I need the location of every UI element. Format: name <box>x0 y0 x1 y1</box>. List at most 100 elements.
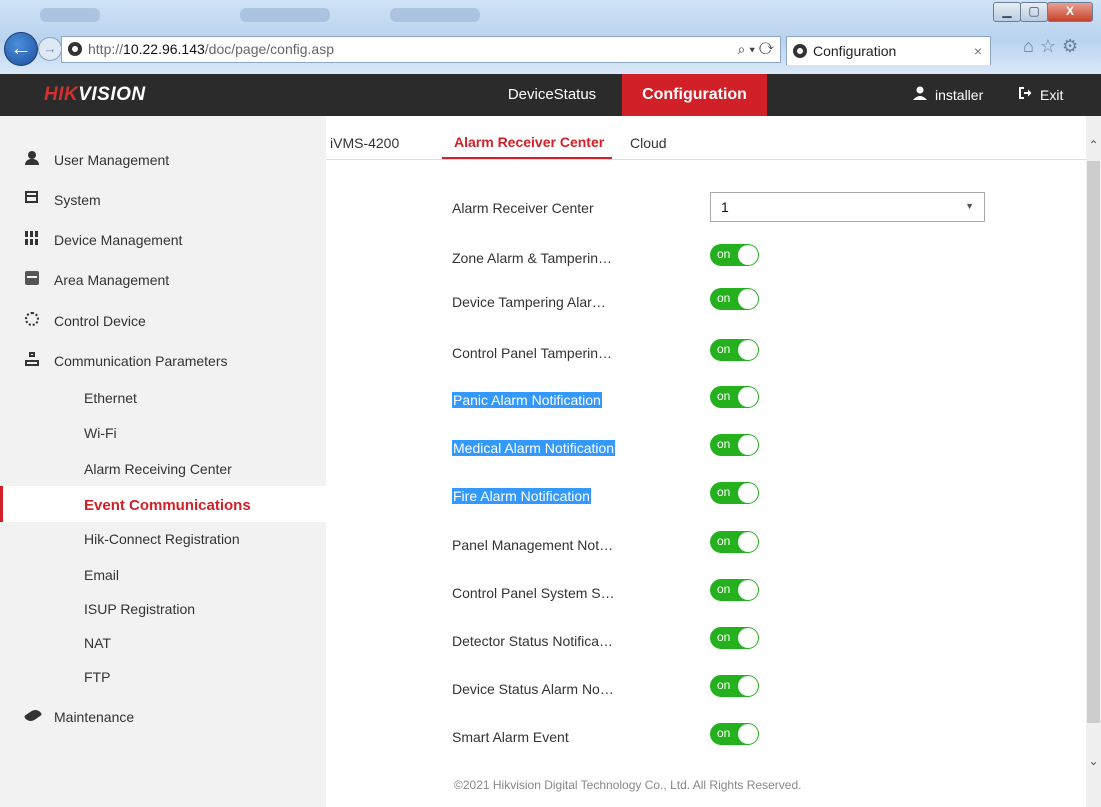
sidebar-item-isup-registration[interactable]: ISUP Registration <box>0 590 326 626</box>
chevron-up-icon[interactable]: ⌃ <box>1086 138 1101 153</box>
field-label: Zone Alarm & Tamperin… <box>452 250 613 266</box>
maximize-button[interactable]: ▢ <box>1020 2 1048 22</box>
exit-button[interactable]: Exit <box>1018 86 1063 103</box>
toggle-switch[interactable]: on <box>710 675 759 697</box>
sidebar-item-label: Email <box>84 567 120 583</box>
sidebar-item-email[interactable]: Email <box>0 556 326 592</box>
wrench-icon <box>23 707 43 724</box>
tab-bar: iVMS-4200 Alarm Receiver Center Cloud <box>326 116 1086 160</box>
toggle-switch[interactable]: on <box>710 531 759 553</box>
nav-configuration[interactable]: Configuration <box>622 74 767 116</box>
sidebar-item-label: Wi-Fi <box>84 425 117 441</box>
field-label: Fire Alarm Notification <box>452 488 591 504</box>
tab-cloud[interactable]: Cloud <box>630 135 667 151</box>
sidebar-item-maintenance[interactable]: Maintenance <box>0 698 326 734</box>
sidebar-item-label: Device Management <box>54 232 183 248</box>
back-button[interactable]: ← <box>4 32 38 66</box>
toggle-switch[interactable]: on <box>710 386 759 408</box>
title-blur <box>240 8 330 22</box>
address-bar[interactable]: http://10.22.96.143/doc/page/config.asp … <box>61 36 781 63</box>
form-row-panic-alarm: Panic Alarm Notification on <box>326 382 1086 418</box>
exit-icon <box>1018 86 1032 103</box>
sidebar-item-label: ISUP Registration <box>84 601 196 617</box>
sidebar-item-ftp[interactable]: FTP <box>0 658 326 694</box>
field-label: Panel Management Not… <box>452 537 614 553</box>
sidebar-item-event-communications[interactable]: Event Communications <box>0 486 329 522</box>
title-blur <box>40 8 100 22</box>
home-star-gear-icons[interactable]: ⌂☆⚙ <box>1023 36 1084 57</box>
sidebar-item-label: Communication Parameters <box>54 353 228 369</box>
area-icon <box>25 271 39 285</box>
sidebar-item-nat[interactable]: NAT <box>0 624 326 660</box>
sidebar-item-ethernet[interactable]: Ethernet <box>0 379 326 415</box>
sidebar-item-label: Control Device <box>54 313 146 329</box>
sidebar-item-communication-parameters[interactable]: Communication Parameters <box>0 342 326 378</box>
user-icon <box>913 86 927 103</box>
browser-tab[interactable]: Configuration × <box>786 36 991 65</box>
scrollbar-thumb[interactable] <box>1087 161 1100 723</box>
toggle-switch[interactable]: on <box>710 482 759 504</box>
toggle-switch[interactable]: on <box>710 579 759 601</box>
field-label: Detector Status Notifica… <box>452 633 614 649</box>
alarm-receiver-center-select[interactable]: 1 ▼ <box>710 192 985 222</box>
field-label: Device Tampering Alar… <box>452 294 606 310</box>
sidebar-item-label: Area Management <box>54 272 170 288</box>
form-row-control-panel-system: Control Panel System S… on <box>326 575 1086 611</box>
window-title-bar: ▁ ▢ X <box>0 0 1101 30</box>
sidebar-item-device-management[interactable]: Device Management <box>0 221 326 257</box>
sidebar-item-wifi[interactable]: Wi-Fi <box>0 414 326 450</box>
form-row-control-panel-tampering: Control Panel Tamperin… on <box>326 335 1086 371</box>
chevron-down-icon: ▼ <box>965 201 974 211</box>
sidebar-item-alarm-receiving-center[interactable]: Alarm Receiving Center <box>0 450 326 486</box>
scrollbar[interactable]: ⌃ ⌄ <box>1086 116 1101 807</box>
nav-device-status[interactable]: DeviceStatus <box>488 74 616 116</box>
site-icon <box>68 42 82 56</box>
forward-button[interactable]: → <box>38 37 62 61</box>
field-label: Device Status Alarm No… <box>452 681 614 697</box>
field-label: Panic Alarm Notification <box>452 392 602 408</box>
window-controls: ▁ ▢ X <box>993 2 1093 22</box>
sidebar-item-hik-connect-registration[interactable]: Hik-Connect Registration <box>0 520 326 556</box>
sidebar-item-user-management[interactable]: User Management <box>0 141 326 177</box>
chevron-down-icon[interactable]: ⌄ <box>1086 754 1101 769</box>
toggle-switch[interactable]: on <box>710 723 759 745</box>
sidebar: User Management System Device Management… <box>0 116 329 807</box>
browser-chrome: ▁ ▢ X ← → http://10.22.96.143/doc/page/c… <box>0 0 1101 74</box>
tab-ivms-4200[interactable]: iVMS-4200 <box>330 135 399 151</box>
sidebar-item-area-management[interactable]: Area Management <box>0 261 326 297</box>
system-icon <box>25 191 38 203</box>
user-icon <box>25 151 39 165</box>
search-refresh-icon[interactable]: ⌕ ▾ ⟳ <box>737 41 774 58</box>
sidebar-item-label: Event Communications <box>84 497 251 514</box>
main-content: iVMS-4200 Alarm Receiver Center Cloud Al… <box>326 116 1086 807</box>
exit-label: Exit <box>1040 86 1064 103</box>
toggle-switch[interactable]: on <box>710 288 759 310</box>
user-menu[interactable]: installer <box>913 86 983 103</box>
tab-alarm-receiver-center[interactable]: Alarm Receiver Center <box>454 134 604 150</box>
sidebar-item-label: System <box>54 192 101 208</box>
form-row-medical-alarm: Medical Alarm Notification on <box>326 430 1086 466</box>
sidebar-item-label: Hik-Connect Registration <box>84 531 240 547</box>
select-value: 1 <box>721 199 729 215</box>
form-row-panel-management: Panel Management Not… on <box>326 527 1086 563</box>
close-button[interactable]: X <box>1047 2 1093 22</box>
sidebar-item-label: NAT <box>84 635 111 651</box>
sidebar-item-control-device[interactable]: Control Device <box>0 302 326 338</box>
form-row-zone-alarm: Zone Alarm & Tamperin… on <box>326 240 1086 276</box>
form-row-device-tampering: Device Tampering Alar… on <box>326 284 1086 320</box>
toggle-switch[interactable]: on <box>710 434 759 456</box>
copyright-footer: ©2021 Hikvision Digital Technology Co., … <box>454 778 802 792</box>
sidebar-item-system[interactable]: System <box>0 181 326 217</box>
tab-close-icon[interactable]: × <box>974 43 982 59</box>
minimize-button[interactable]: ▁ <box>993 2 1021 22</box>
form-row-device-status-alarm: Device Status Alarm No… on <box>326 671 1086 707</box>
field-label: Control Panel Tamperin… <box>452 345 613 361</box>
hikvision-logo: HIKVISION <box>44 84 146 105</box>
form-row-smart-alarm-event: Smart Alarm Event on <box>326 719 1086 755</box>
active-tab-indicator <box>442 157 612 159</box>
toggle-switch[interactable]: on <box>710 339 759 361</box>
form-row-fire-alarm: Fire Alarm Notification on <box>326 478 1086 514</box>
toggle-switch[interactable]: on <box>710 244 759 266</box>
toggle-switch[interactable]: on <box>710 627 759 649</box>
app-header: HIKVISION DeviceStatus Configuration ins… <box>0 74 1101 116</box>
